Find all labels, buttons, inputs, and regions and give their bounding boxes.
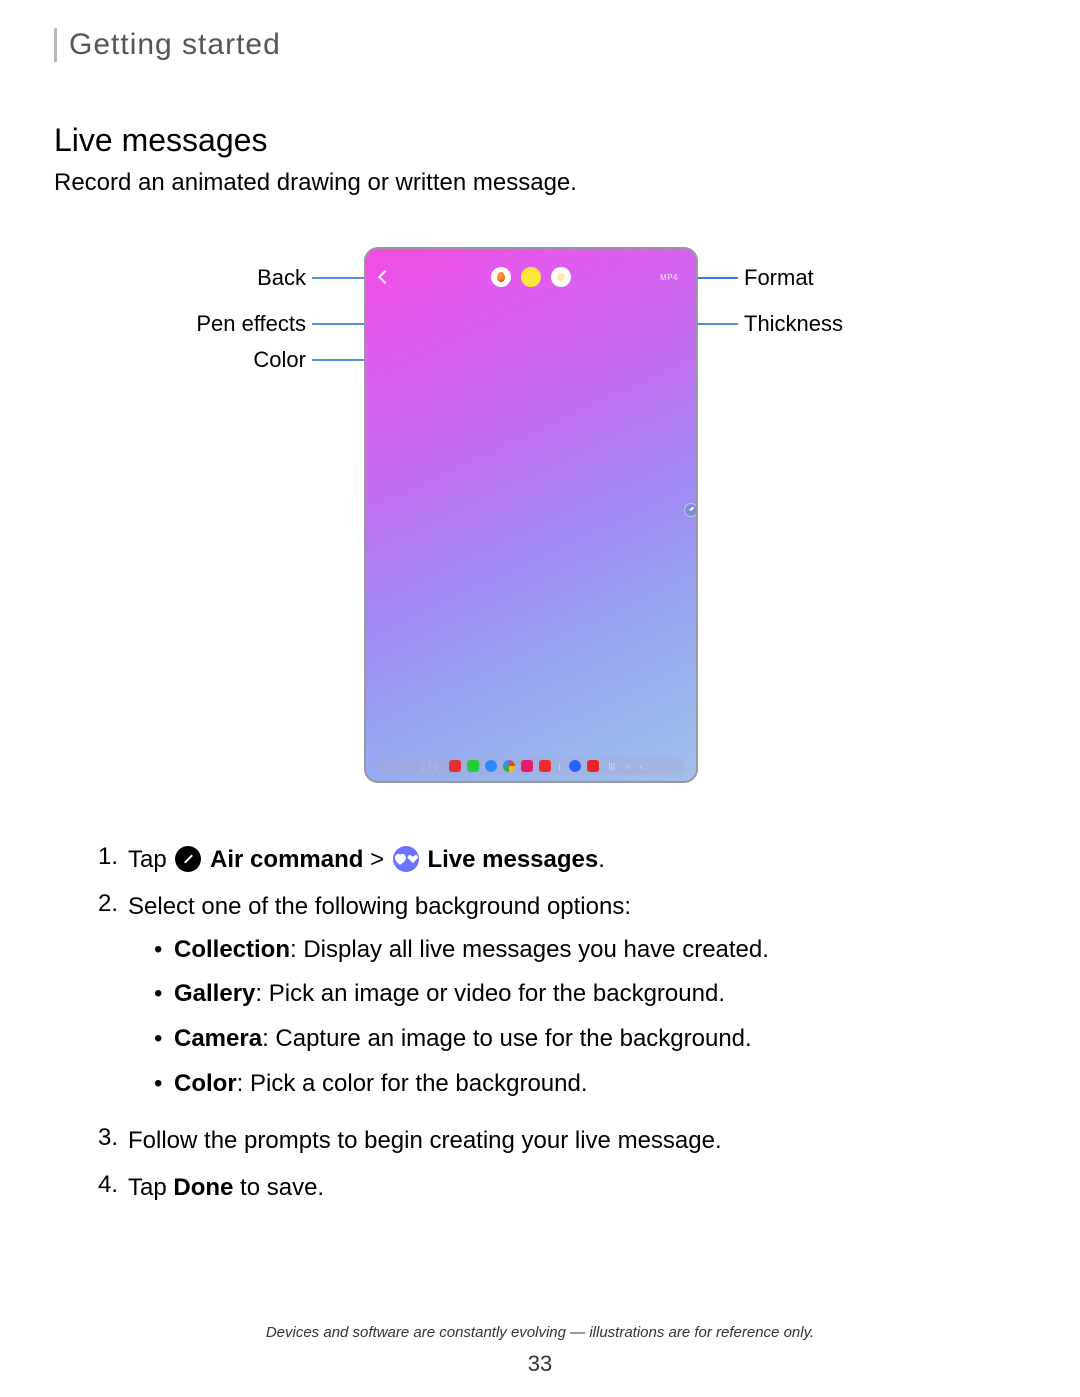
live-messages-icon (393, 846, 419, 872)
step-text: Tap (128, 1174, 173, 1201)
illustration-diagram: Back Pen effects Color Format Thickness (54, 247, 1026, 807)
step-3: 3. Follow the prompts to begin creating … (98, 1124, 1026, 1159)
step-sep: > (370, 846, 384, 873)
taskbar: ⋮⋮⋮ | ||| ○ ‹ (377, 757, 685, 775)
step-bold: Air command (210, 846, 363, 873)
bullet-bold: Color (174, 1070, 237, 1097)
section-title: Getting started (69, 28, 1026, 62)
bullet-item: • Gallery: Pick an image or video for th… (154, 977, 1026, 1012)
color-icon[interactable] (521, 267, 541, 287)
bullet-marker: • (154, 1067, 174, 1102)
bullet-rest: : Pick an image or video for the backgro… (255, 980, 725, 1007)
callout-thickness-label: Thickness (744, 311, 843, 337)
step-4: 4. Tap Done to save. (98, 1171, 1026, 1206)
bullet-rest: : Capture an image to use for the backgr… (262, 1025, 752, 1052)
step-2: 2. Select one of the following backgroun… (98, 890, 1026, 1112)
dock-app-icon[interactable] (521, 760, 533, 772)
dock-app-icon[interactable] (569, 760, 581, 772)
pen-effects-icon[interactable] (491, 267, 511, 287)
page-subtitle: Record an animated drawing or written me… (54, 169, 1026, 197)
bullet-rest: : Pick a color for the background. (237, 1070, 588, 1097)
bullet-marker: • (154, 1022, 174, 1057)
dock-app-icon[interactable] (587, 760, 599, 772)
bullet-bold: Camera (174, 1025, 262, 1052)
dock-app-icon[interactable] (467, 760, 479, 772)
step-number: 4. (98, 1171, 128, 1206)
footnote: Devices and software are constantly evol… (0, 1324, 1080, 1341)
bullet-item: • Camera: Capture an image to use for th… (154, 1022, 1026, 1057)
apps-grid-icon[interactable]: ⋮⋮⋮ (420, 763, 441, 770)
callout-format-label: Format (744, 265, 814, 291)
home-nav-icon[interactable]: ○ (625, 762, 630, 771)
step-bold: Live messages (427, 846, 598, 873)
bullet-bold: Gallery (174, 980, 255, 1007)
bullet-item: • Color: Pick a color for the background… (154, 1067, 1026, 1102)
page-title: Live messages (54, 122, 1026, 159)
step-number: 3. (98, 1124, 128, 1159)
dock-app-icon[interactable] (449, 760, 461, 772)
format-badge[interactable]: MP4 (660, 273, 678, 282)
step-text: to save. (233, 1174, 324, 1201)
edge-panel-handle[interactable] (684, 503, 698, 517)
device-screenshot: MP4 ⋮⋮⋮ | ||| ○ ‹ (364, 247, 698, 783)
dock-app-icon[interactable] (539, 760, 551, 772)
air-command-icon (175, 846, 201, 872)
callout-back-label: Back (54, 265, 306, 291)
dock-separator: | (559, 762, 561, 771)
step-text: Select one of the following background o… (128, 893, 631, 920)
dock-app-icon[interactable] (503, 760, 515, 772)
step-text: Tap (128, 846, 167, 873)
callout-color-label: Color (54, 347, 306, 373)
dock-app-icon[interactable] (485, 760, 497, 772)
step-1: 1. Tap Air command > Live messages. (98, 843, 1026, 878)
bullet-marker: • (154, 933, 174, 968)
instructions: 1. Tap Air command > Live messages. 2. S… (54, 843, 1026, 1205)
thickness-icon[interactable] (551, 267, 571, 287)
section-header: Getting started (54, 28, 1026, 62)
step-end: . (598, 846, 605, 873)
bullet-marker: • (154, 977, 174, 1012)
step-text: Follow the prompts to begin creating you… (128, 1124, 1026, 1159)
recents-nav-icon[interactable]: ||| (609, 762, 615, 771)
bullet-item: • Collection: Display all live messages … (154, 933, 1026, 968)
step-bold: Done (173, 1174, 233, 1201)
callout-peneffects-label: Pen effects (54, 311, 306, 337)
bullet-bold: Collection (174, 936, 290, 963)
bullet-rest: : Display all live messages you have cre… (290, 936, 769, 963)
back-icon[interactable] (378, 270, 392, 284)
page-number: 33 (0, 1351, 1080, 1377)
step-number: 1. (98, 843, 128, 878)
back-nav-icon[interactable]: ‹ (640, 762, 643, 771)
step-number: 2. (98, 890, 128, 1112)
